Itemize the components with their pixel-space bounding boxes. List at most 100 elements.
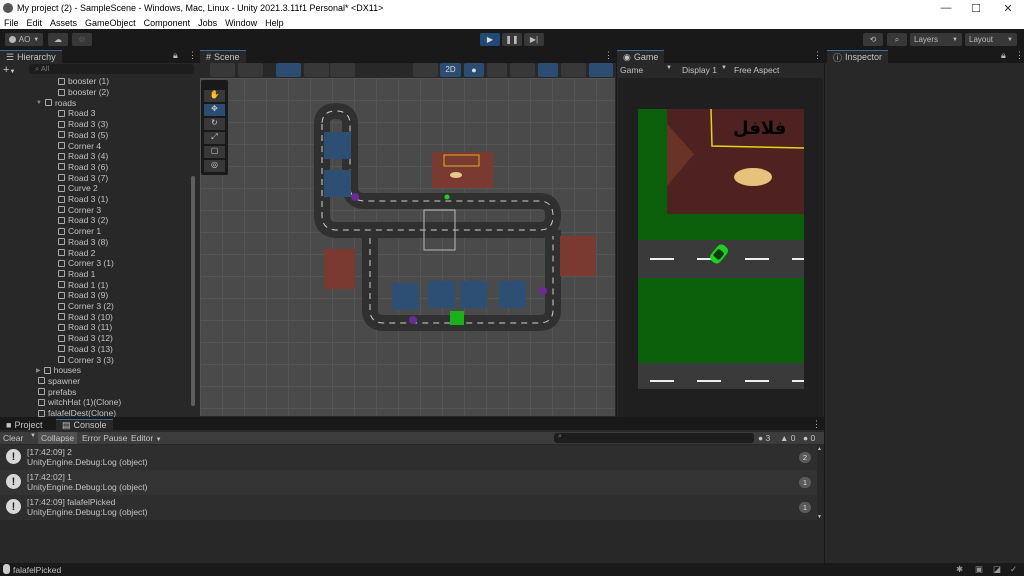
hierarchy-item[interactable]: Road 3 (5) xyxy=(58,130,108,141)
tab-project[interactable]: ■ Project xyxy=(0,419,49,430)
rect-tool[interactable]: ▢ xyxy=(204,146,225,158)
menu-assets[interactable]: Assets xyxy=(46,18,81,28)
console-scrollbar[interactable]: ▲ ▼ xyxy=(817,446,823,520)
hierarchy-item[interactable]: Road 3 (8) xyxy=(58,237,108,248)
editor-dropdown[interactable]: Editor ▼ xyxy=(131,433,162,443)
add-object-button[interactable]: +▼ xyxy=(3,64,15,76)
hierarchy-item[interactable]: falafelDest(Clone) xyxy=(38,408,116,417)
scroll-down-icon[interactable]: ▼ xyxy=(817,514,822,520)
tab-inspector[interactable]: ⓘ Inspector xyxy=(827,50,889,63)
global-local-dropdown[interactable] xyxy=(238,63,263,77)
menu-file[interactable]: File xyxy=(0,18,23,28)
scene-viewport[interactable]: ✋ ✥ ↻ ⤢ ▢ ◎ xyxy=(200,78,615,416)
more-menu-icon[interactable]: ⋮ xyxy=(188,50,197,61)
status-message[interactable]: falafelPicked xyxy=(13,565,61,575)
step-button[interactable]: ▶| xyxy=(524,33,544,46)
more-menu-icon[interactable]: ⋮ xyxy=(812,419,821,430)
hierarchy-item[interactable]: Road 3 (6) xyxy=(58,162,108,173)
hierarchy-item[interactable]: Road 3 (7) xyxy=(58,172,108,183)
more-menu-icon[interactable]: ⋮ xyxy=(1015,50,1024,61)
check-icon[interactable]: ✓ xyxy=(1010,564,1017,575)
more-menu-icon[interactable]: ⋮ xyxy=(813,50,822,61)
effects-dropdown[interactable] xyxy=(510,63,535,77)
minimize-button[interactable]: — xyxy=(930,0,962,16)
bake-icon[interactable]: ◪ xyxy=(993,564,1001,575)
clear-dropdown[interactable]: ▼ xyxy=(30,433,36,439)
draw-mode-dropdown[interactable] xyxy=(210,63,235,77)
expand-arrow-down-icon[interactable]: ▼ xyxy=(36,100,42,106)
history-button[interactable]: ⟲ xyxy=(863,33,883,46)
visibility-toggle[interactable] xyxy=(538,63,558,77)
error-pause-toggle[interactable]: Error Pause xyxy=(82,433,127,443)
render-mode-dropdown[interactable] xyxy=(413,63,438,77)
play-button[interactable]: ▶ xyxy=(480,33,500,46)
hierarchy-item[interactable]: Road 3 xyxy=(58,108,95,119)
hierarchy-item[interactable]: Curve 2 xyxy=(58,183,98,194)
hierarchy-item[interactable]: booster (1) xyxy=(58,76,109,87)
menu-window[interactable]: Window xyxy=(221,18,261,28)
warning-count-toggle[interactable]: ▲ 0 xyxy=(780,433,796,443)
hierarchy-item[interactable]: booster (2) xyxy=(58,87,109,98)
log-entry[interactable]: ! [17:42:09] 2 UnityEngine.Debug:Log (ob… xyxy=(0,445,817,470)
hierarchy-item[interactable]: Road 3 (9) xyxy=(58,290,108,301)
scroll-up-icon[interactable]: ▲ xyxy=(817,446,822,452)
account-dropdown[interactable]: AO ▼ xyxy=(5,33,43,46)
collapse-toggle[interactable]: Collapse xyxy=(38,432,78,444)
hierarchy-item[interactable]: Corner 3 (3) xyxy=(58,354,114,365)
collab-button[interactable]: ⚙ xyxy=(72,33,92,46)
display-select[interactable]: Display 1 ▼ xyxy=(677,65,730,75)
scrollbar-thumb[interactable] xyxy=(191,176,195,406)
audio-toggle[interactable] xyxy=(487,63,507,77)
view-select[interactable]: Game ▼ xyxy=(617,65,677,75)
cache-icon[interactable]: ▣ xyxy=(975,564,983,575)
more-menu-icon[interactable]: ⋮ xyxy=(604,50,613,61)
hierarchy-item[interactable]: prefabs xyxy=(38,386,76,397)
transform-tool[interactable]: ◎ xyxy=(204,160,225,172)
hierarchy-item[interactable]: ▶ houses xyxy=(36,365,81,376)
search-button[interactable]: ⌕ xyxy=(887,33,907,46)
layers-dropdown[interactable]: Layers ▼ xyxy=(910,33,962,46)
tab-hierarchy[interactable]: ☰ Hierarchy xyxy=(0,50,62,63)
lock-icon[interactable]: 🔒︎ xyxy=(1001,50,1006,61)
game-view[interactable]: فلافل xyxy=(618,78,823,417)
lighting-toggle[interactable]: ● xyxy=(464,63,484,77)
hierarchy-item[interactable]: Corner 1 xyxy=(58,226,101,237)
hierarchy-item[interactable]: Road 3 (12) xyxy=(58,333,113,344)
rotate-tool[interactable]: ↻ xyxy=(204,118,225,130)
hierarchy-item[interactable]: Corner 3 xyxy=(58,204,101,215)
hierarchy-item[interactable]: witchHat (1)(Clone) xyxy=(38,397,121,408)
hierarchy-item[interactable]: Road 3 (2) xyxy=(58,215,108,226)
layout-dropdown[interactable]: Layout ▼ xyxy=(965,33,1017,46)
close-button[interactable]: ✕ xyxy=(992,0,1024,16)
hierarchy-item[interactable]: Road 3 (10) xyxy=(58,311,113,322)
cloud-button[interactable]: ☁ xyxy=(48,33,68,46)
hierarchy-item[interactable]: Road 1 xyxy=(58,269,95,280)
error-count-toggle[interactable]: ● 0 xyxy=(803,433,815,443)
menu-jobs[interactable]: Jobs xyxy=(194,18,221,28)
increment-snap-dropdown[interactable] xyxy=(304,63,329,77)
hierarchy-item[interactable]: Road 3 (1) xyxy=(58,194,108,205)
menu-edit[interactable]: Edit xyxy=(23,18,47,28)
menu-component[interactable]: Component xyxy=(140,18,195,28)
log-entry[interactable]: ! [17:42:02] 1 UnityEngine.Debug:Log (ob… xyxy=(0,470,817,495)
console-search-input[interactable]: ⌕ xyxy=(554,433,754,443)
hierarchy-item[interactable]: ▼ roads xyxy=(36,97,76,108)
log-count-toggle[interactable]: ● 3 xyxy=(758,433,770,443)
maximize-button[interactable]: ☐ xyxy=(960,0,992,16)
menu-help[interactable]: Help xyxy=(261,18,288,28)
log-entry[interactable]: ! [17:42:09] falafelPicked UnityEngine.D… xyxy=(0,495,817,520)
camera-dropdown[interactable] xyxy=(561,63,586,77)
hand-tool[interactable]: ✋ xyxy=(204,90,225,102)
hierarchy-item[interactable]: Road 3 (4) xyxy=(58,151,108,162)
lock-icon[interactable]: 🔒︎ xyxy=(173,50,178,61)
hierarchy-search-input[interactable]: ⌕ All xyxy=(29,64,194,74)
hierarchy-item[interactable]: Corner 3 (2) xyxy=(58,301,114,312)
hierarchy-item[interactable]: Corner 4 xyxy=(58,140,101,151)
tab-scene[interactable]: # Scene xyxy=(200,50,246,63)
tab-game[interactable]: ◉ Game xyxy=(617,50,665,63)
gizmos-dropdown[interactable] xyxy=(589,63,613,77)
expand-arrow-right-icon[interactable]: ▶ xyxy=(36,367,41,374)
hierarchy-item[interactable]: Road 3 (11) xyxy=(58,322,112,333)
move-tool[interactable]: ✥ xyxy=(204,104,225,116)
align-dropdown[interactable] xyxy=(330,63,355,77)
